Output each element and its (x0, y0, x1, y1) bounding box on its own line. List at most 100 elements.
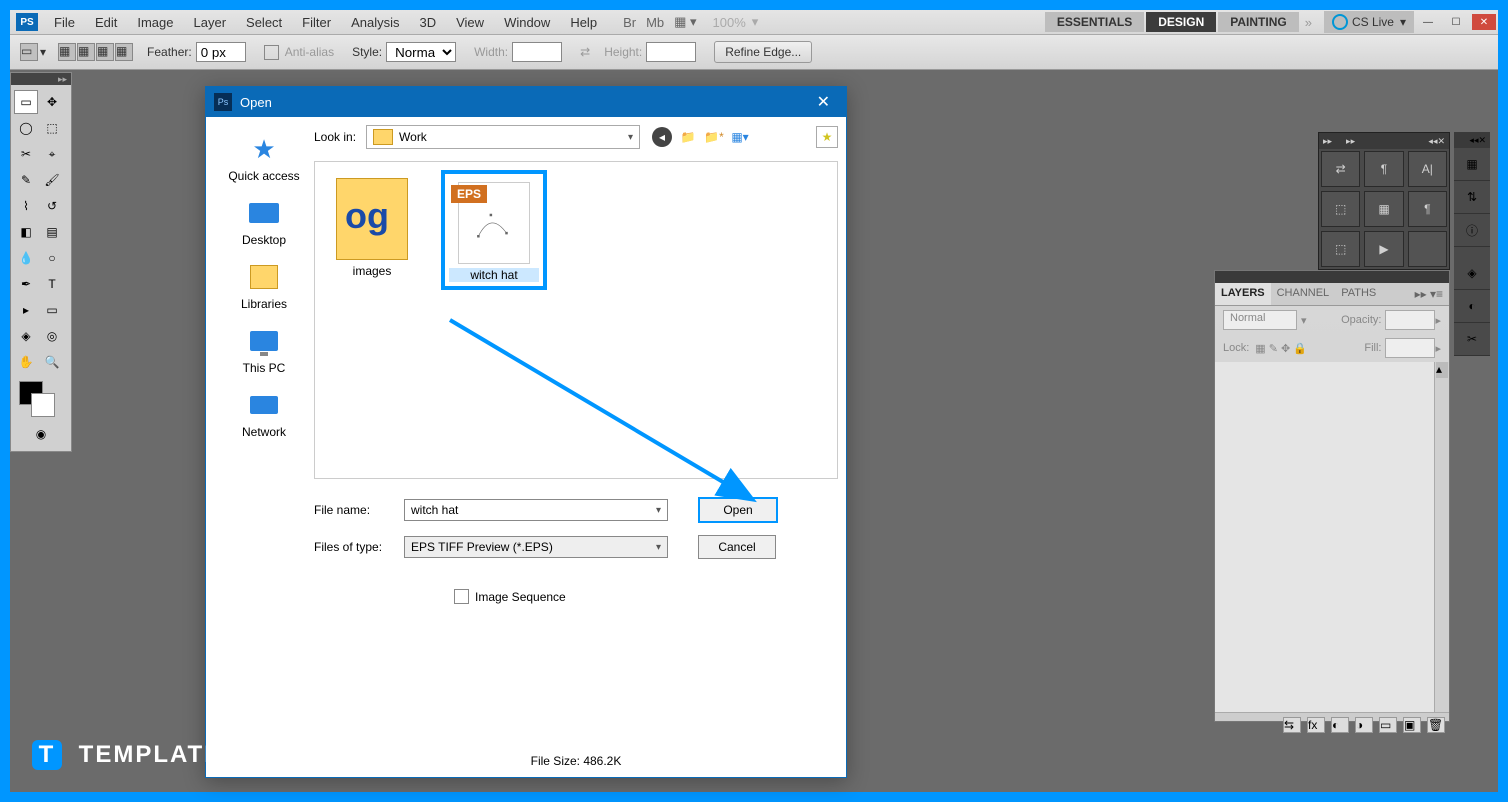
trash-icon[interactable]: 🗑 (1427, 717, 1445, 733)
menu-window[interactable]: Window (494, 13, 560, 32)
eyedropper-tool[interactable]: ⌖ (40, 142, 64, 166)
side-icon-info[interactable]: ⓘ (1454, 214, 1490, 247)
file-list[interactable]: og images EPS wi (314, 161, 838, 479)
maximize-button[interactable]: ☐ (1444, 14, 1468, 30)
panel-btn-paragraph[interactable]: ¶ (1364, 151, 1403, 187)
view-icon[interactable]: ▦▾ (730, 127, 750, 147)
panel-btn-navigator[interactable]: ▦ (1364, 191, 1403, 227)
link-layers-icon[interactable]: ⇆ (1283, 717, 1301, 733)
dodge-tool[interactable]: ○ (40, 246, 64, 270)
opacity-input[interactable] (1385, 310, 1435, 330)
filename-input[interactable]: witch hat ▾ (404, 499, 668, 521)
fav-icon[interactable]: ★ (816, 126, 838, 148)
style-select[interactable]: Normal (386, 42, 456, 62)
filetype-select[interactable]: EPS TIFF Preview (*.EPS) ▾ (404, 536, 668, 558)
crop-tool[interactable]: ✂ (14, 142, 38, 166)
menu-image[interactable]: Image (127, 13, 183, 32)
hand-tool[interactable]: ✋ (14, 350, 38, 374)
place-libraries[interactable]: Libraries (214, 261, 314, 311)
workspace-essentials[interactable]: ESSENTIALS (1045, 12, 1144, 32)
blur-tool[interactable]: 💧 (14, 246, 38, 270)
side-icon-crop[interactable]: ✂ (1454, 323, 1490, 356)
close-button[interactable]: ✕ (1472, 14, 1496, 30)
filetype-label: Files of type: (314, 540, 404, 554)
workspace-painting[interactable]: PAINTING (1218, 12, 1298, 32)
feather-input[interactable] (196, 42, 246, 62)
file-item-witchhat[interactable]: EPS witch hat (441, 170, 547, 290)
panel-btn-swatch[interactable]: ⬚ (1321, 231, 1360, 267)
lookin-select[interactable]: Work ▾ (366, 125, 640, 149)
gradient-tool[interactable]: ▤ (40, 220, 64, 244)
panel-btn-adjust[interactable]: ⇄ (1321, 151, 1360, 187)
shape-tool[interactable]: ▭ (40, 298, 64, 322)
new-layer-icon[interactable]: ▣ (1403, 717, 1421, 733)
blend-mode-select[interactable]: Normal (1223, 310, 1297, 330)
group-icon[interactable]: ▭ (1379, 717, 1397, 733)
menu-help[interactable]: Help (560, 13, 607, 32)
zoom-tool[interactable]: 🔍 (40, 350, 64, 374)
menu-view[interactable]: View (446, 13, 494, 32)
dialog-close-icon[interactable]: ✕ (809, 90, 838, 114)
pen-tool[interactable]: ✒ (14, 272, 38, 296)
brush-tool[interactable]: 🖌 (40, 168, 64, 192)
place-desktop[interactable]: Desktop (214, 197, 314, 247)
fx-icon[interactable]: fx (1307, 717, 1325, 733)
workspace-design[interactable]: DESIGN (1146, 12, 1216, 32)
menu-layer[interactable]: Layer (184, 13, 237, 32)
background-color[interactable] (31, 393, 55, 417)
quick-select-tool[interactable]: ⬚ (40, 116, 64, 140)
image-sequence-checkbox[interactable] (454, 589, 469, 604)
3d-tool[interactable]: ◈ (14, 324, 38, 348)
mask-icon[interactable]: ◐ (1331, 717, 1349, 733)
marquee-tool[interactable]: ▭ (14, 90, 38, 114)
up-icon[interactable]: 📁 (678, 127, 698, 147)
path-select-tool[interactable]: ▸ (14, 298, 38, 322)
quickmask-toggle[interactable]: ◉ (29, 422, 53, 446)
lasso-tool[interactable]: ◯ (14, 116, 38, 140)
open-button[interactable]: Open (698, 497, 778, 523)
fill-input[interactable] (1385, 338, 1435, 358)
panel-btn-mask[interactable]: ⬚ (1321, 191, 1360, 227)
healing-tool[interactable]: ✎ (14, 168, 38, 192)
back-icon[interactable]: ◂ (652, 127, 672, 147)
refine-edge-button[interactable]: Refine Edge... (714, 41, 812, 63)
width-label: Width: (474, 45, 508, 59)
place-quickaccess[interactable]: ★ Quick access (214, 133, 314, 183)
tab-channel[interactable]: CHANNEL (1271, 283, 1336, 305)
menu-edit[interactable]: Edit (85, 13, 127, 32)
open-dialog: Ps Open ✕ ★ Quick access Desktop Librari… (205, 86, 847, 778)
tab-paths[interactable]: PATHS (1335, 283, 1382, 305)
place-network[interactable]: Network (214, 389, 314, 439)
menu-select[interactable]: Select (236, 13, 292, 32)
menu-file[interactable]: File (44, 13, 85, 32)
move-tool[interactable]: ✥ (40, 90, 64, 114)
eps-badge: EPS (451, 185, 487, 203)
eraser-tool[interactable]: ◧ (14, 220, 38, 244)
side-icon-color[interactable]: ▦ (1454, 148, 1490, 181)
side-icon-layers[interactable]: ◈ (1454, 257, 1490, 290)
camera-tool[interactable]: ◎ (40, 324, 64, 348)
cancel-button[interactable]: Cancel (698, 535, 776, 559)
tab-layers[interactable]: LAYERS (1215, 283, 1271, 305)
panel-btn-play[interactable]: ▶ (1364, 231, 1403, 267)
history-brush-tool[interactable]: ↺ (40, 194, 64, 218)
zoom-level[interactable]: 100% (713, 15, 746, 30)
layers-scrollbar[interactable]: ▴ (1434, 362, 1449, 712)
newfolder-icon[interactable]: 📁* (704, 127, 724, 147)
panel-btn-character2[interactable]: ¶ (1408, 191, 1447, 227)
side-icon-3d[interactable]: ◐ (1454, 290, 1490, 323)
menu-filter[interactable]: Filter (292, 13, 341, 32)
menu-analysis[interactable]: Analysis (341, 13, 409, 32)
file-item-images[interactable]: og images (323, 170, 421, 282)
cslive-button[interactable]: CS Live ▾ (1324, 11, 1414, 33)
panel-btn-character[interactable]: A| (1408, 151, 1447, 187)
adjust-icon[interactable]: ◑ (1355, 717, 1373, 733)
side-icon-adjust[interactable]: ⇅ (1454, 181, 1490, 214)
minimize-button[interactable]: — (1416, 14, 1440, 30)
menu-3d[interactable]: 3D (409, 13, 446, 32)
filename-label: File name: (314, 503, 404, 517)
marquee-tool-icon[interactable]: ▭ (20, 43, 38, 61)
place-thispc[interactable]: This PC (214, 325, 314, 375)
text-tool[interactable]: T (40, 272, 64, 296)
stamp-tool[interactable]: ⌇ (14, 194, 38, 218)
